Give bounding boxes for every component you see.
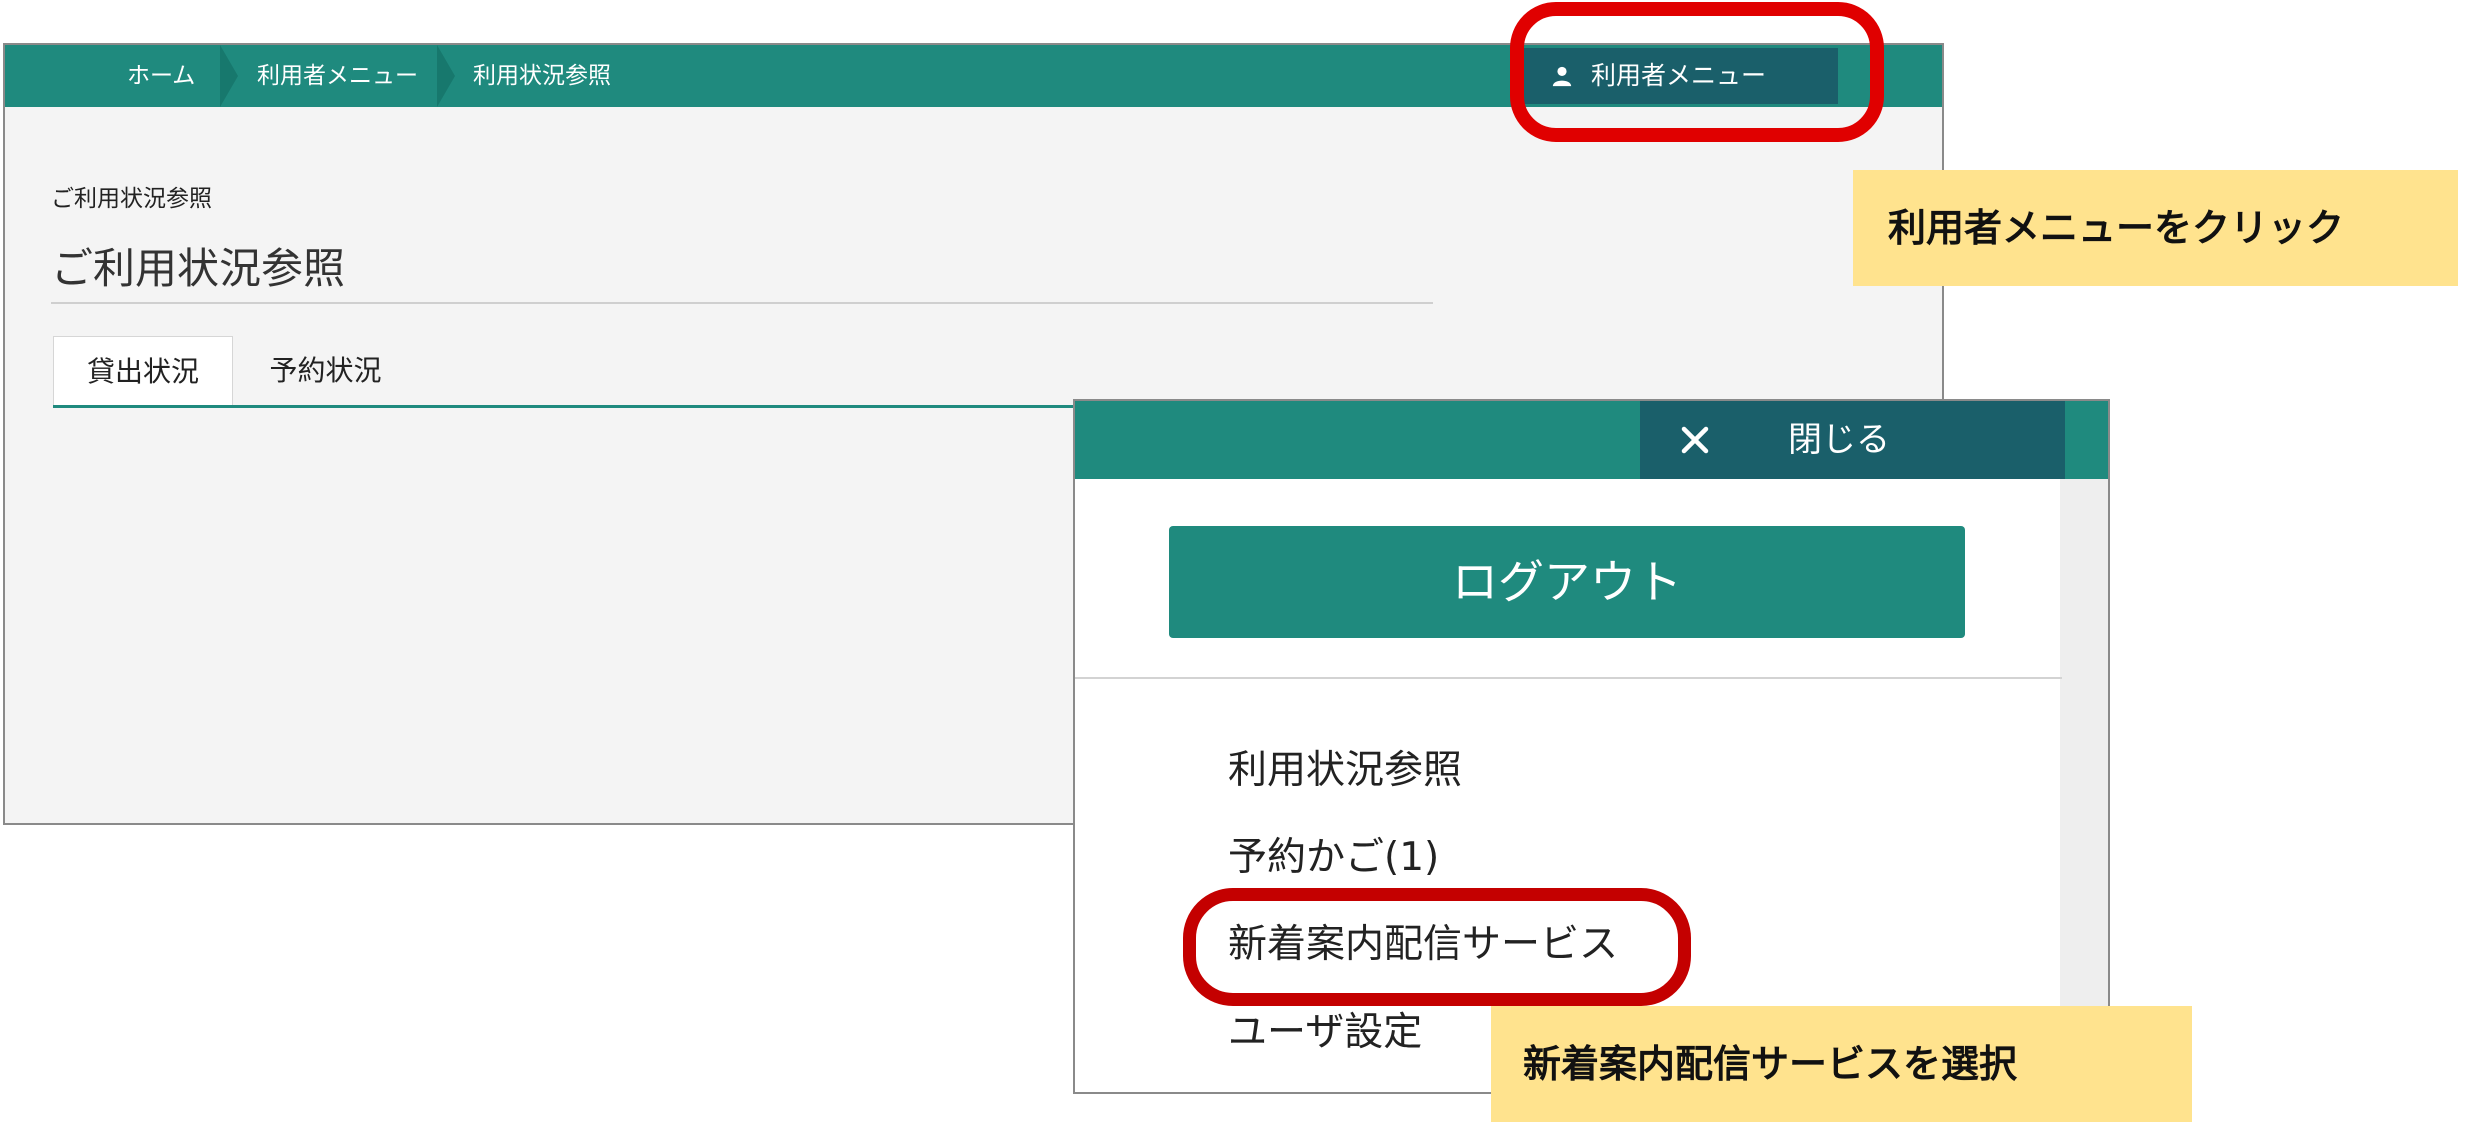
breadcrumb-user-menu[interactable]: 利用者メニュー — [257, 45, 418, 107]
breadcrumb-home[interactable]: ホーム — [127, 45, 195, 107]
page-title: ご利用状況参照 — [51, 244, 346, 293]
menu-item-user-settings[interactable]: ユーザ設定 — [1228, 1001, 1422, 1057]
title-divider — [51, 302, 1433, 304]
menu-item-reservation-basket[interactable]: 予約かご(1) — [1228, 826, 1439, 882]
logout-button[interactable]: ログアウト — [1169, 526, 1965, 638]
tab-reservation-status[interactable]: 予約状況 — [233, 336, 418, 406]
close-label: 閉じる — [1788, 420, 1890, 460]
callout-select-new-arrivals: 新着案内配信サービスを選択 — [1491, 1006, 2192, 1122]
page-subtitle: ご利用状況参照 — [51, 186, 212, 212]
panel-divider — [1075, 677, 2062, 679]
tab-lending-status[interactable]: 貸出状況 — [53, 336, 233, 406]
scrollbar-track[interactable] — [2060, 479, 2108, 1092]
close-button[interactable]: 閉じる — [1640, 401, 2065, 479]
highlight-ring-user-menu — [1510, 2, 1884, 142]
close-icon — [1681, 426, 1709, 454]
menu-item-usage-status[interactable]: 利用状況参照 — [1228, 739, 1462, 795]
callout-click-user-menu: 利用者メニューをクリック — [1853, 170, 2458, 286]
highlight-ring-new-arrivals — [1183, 888, 1691, 1006]
breadcrumb-current: 利用状況参照 — [473, 63, 611, 89]
breadcrumb-separator — [437, 45, 455, 107]
breadcrumb-separator — [220, 45, 238, 107]
tab-underline — [53, 405, 1083, 408]
